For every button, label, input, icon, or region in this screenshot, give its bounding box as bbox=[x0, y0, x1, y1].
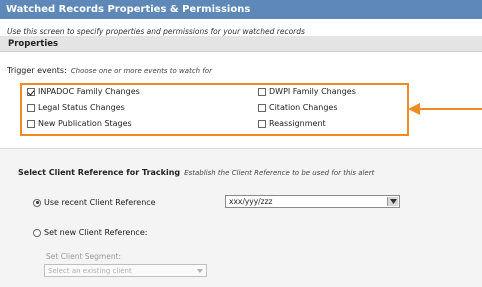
event-dwpi-family-changes[interactable]: DWPI Family Changes bbox=[258, 87, 356, 96]
arrow-left-icon bbox=[408, 103, 482, 115]
event-label: INPADOC Family Changes bbox=[38, 87, 140, 96]
event-label: Citation Changes bbox=[269, 103, 338, 112]
checkbox-inpadoc[interactable] bbox=[27, 87, 35, 96]
event-legal-status-changes[interactable]: Legal Status Changes bbox=[27, 103, 125, 112]
instructions-text: Use this screen to specify properties an… bbox=[7, 27, 305, 36]
event-label: New Publication Stages bbox=[38, 119, 132, 128]
checkbox-legal-status[interactable] bbox=[27, 103, 35, 112]
radio-use-recent[interactable] bbox=[33, 198, 41, 207]
recent-client-reference-select[interactable]: xxx/yyy/zzz bbox=[225, 195, 400, 208]
radio-label: Set new Client Reference: bbox=[44, 228, 148, 237]
checkbox-citation[interactable] bbox=[258, 103, 266, 112]
window-title: Watched Records Properties & Permissions bbox=[0, 0, 482, 19]
checkbox-reassignment[interactable] bbox=[258, 119, 266, 128]
chevron-down-icon[interactable] bbox=[387, 197, 398, 206]
client-segment-placeholder: Select an existing client bbox=[48, 267, 132, 275]
event-label: Reassignment bbox=[269, 119, 326, 128]
trigger-events-text: Trigger events: bbox=[7, 66, 67, 75]
chevron-down-icon[interactable] bbox=[197, 268, 203, 274]
radio-label: Use recent Client Reference bbox=[44, 198, 156, 207]
event-label: DWPI Family Changes bbox=[269, 87, 356, 96]
client-segment-label: Set Client Segment: bbox=[46, 252, 122, 261]
event-label: Legal Status Changes bbox=[38, 103, 125, 112]
client-reference-hint: Establish the Client Reference to be use… bbox=[184, 169, 375, 177]
client-reference-title: Select Client Reference for Tracking bbox=[18, 168, 181, 177]
radio-set-new[interactable] bbox=[33, 228, 41, 237]
set-new-client-reference-option[interactable]: Set new Client Reference: bbox=[33, 228, 147, 237]
event-new-publication-stages[interactable]: New Publication Stages bbox=[27, 119, 132, 128]
trigger-events-hint: Choose one or more events to watch for bbox=[70, 67, 212, 75]
client-segment-select[interactable]: Select an existing client bbox=[44, 264, 207, 277]
checkbox-dwpi[interactable] bbox=[258, 87, 266, 96]
recent-client-reference-value: xxx/yyy/zzz bbox=[229, 197, 273, 206]
properties-header: Properties bbox=[0, 36, 482, 52]
event-inpadoc-family-changes[interactable]: INPADOC Family Changes bbox=[27, 87, 140, 96]
checkbox-new-publication[interactable] bbox=[27, 119, 35, 128]
client-reference-heading: Select Client Reference for Tracking Esta… bbox=[18, 168, 374, 177]
trigger-events-label: Trigger events: Choose one or more events… bbox=[7, 66, 212, 75]
event-citation-changes[interactable]: Citation Changes bbox=[258, 103, 338, 112]
use-recent-client-reference-option[interactable]: Use recent Client Reference bbox=[33, 198, 156, 207]
event-reassignment[interactable]: Reassignment bbox=[258, 119, 326, 128]
